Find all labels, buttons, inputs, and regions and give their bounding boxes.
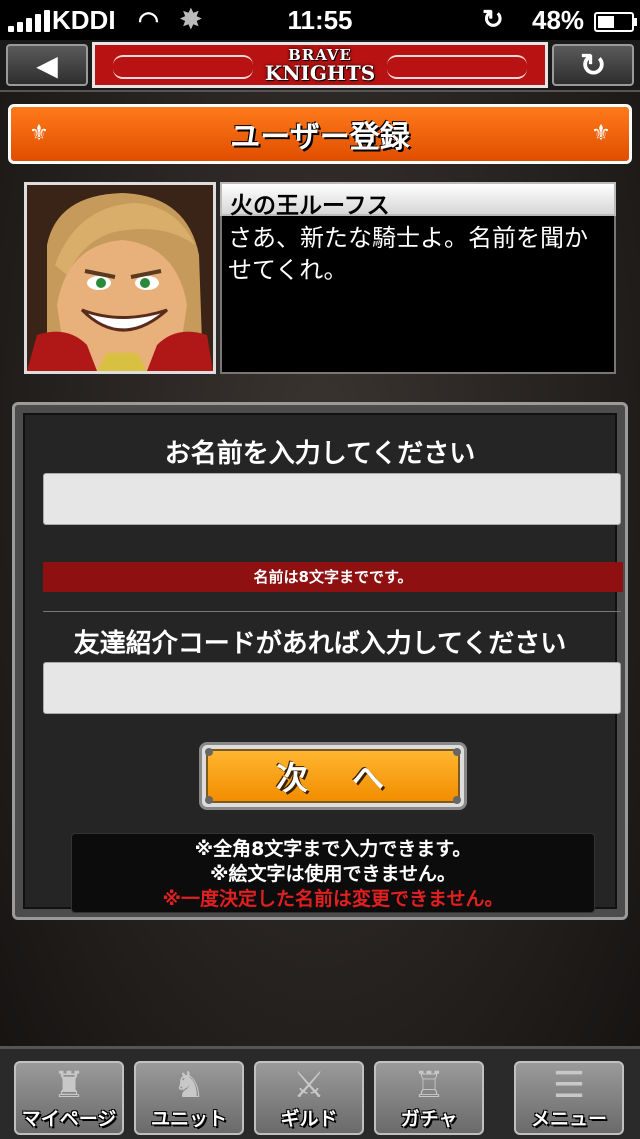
next-button-label: 次 へ bbox=[206, 749, 460, 803]
ornament-left bbox=[113, 55, 253, 79]
status-bar: KDDI ◠ ✸ 11:55 ↻ 48% bbox=[0, 0, 640, 40]
name-label: お名前を入力してください bbox=[164, 439, 476, 469]
battery-icon bbox=[594, 12, 637, 32]
rivet-icon bbox=[453, 796, 461, 804]
rotation-lock-icon: ↻ bbox=[482, 4, 504, 34]
friend-code-label: 友達紹介コードがあれば入力してください bbox=[73, 629, 567, 659]
reload-icon: ↻ bbox=[579, 46, 607, 84]
registration-panel: お名前を入力してください 名前は8文字までです。 友達紹介コードがあれば入力して… bbox=[12, 402, 628, 920]
logo-banner: BRAVE KNIGHTS bbox=[92, 42, 548, 88]
divider bbox=[43, 611, 621, 612]
nav-gacha[interactable]: ♖ ガチャ bbox=[374, 1061, 484, 1135]
notes-box: ※全角8文字まで入力できます。 ※絵文字は使用できません。 ※一度決定した名前は… bbox=[71, 833, 595, 913]
friend-code-input[interactable] bbox=[43, 662, 621, 714]
nav-label: ガチャ bbox=[400, 1108, 458, 1130]
registration-panel-inner: お名前を入力してください 名前は8文字までです。 友達紹介コードがあれば入力して… bbox=[23, 413, 623, 913]
name-input[interactable] bbox=[43, 473, 621, 525]
menu-icon: ☰ bbox=[552, 1065, 586, 1106]
nav-label: ユニット bbox=[150, 1108, 227, 1130]
nav-unit[interactable]: ♞ ユニット bbox=[134, 1061, 244, 1135]
character-portrait bbox=[24, 182, 216, 374]
logo-line2: KNIGHTS bbox=[264, 60, 376, 85]
game-logo: BRAVE KNIGHTS bbox=[264, 47, 376, 85]
app-header: ◀ BRAVE KNIGHTS ↻ bbox=[0, 40, 640, 92]
speech-text: さあ、新たな騎士よ。名前を聞かせてくれ。 bbox=[220, 216, 616, 374]
nav-mypage[interactable]: ♜ マイページ bbox=[14, 1061, 124, 1135]
fleur-ornament-icon: ⚜ bbox=[29, 121, 49, 146]
nav-label: ギルド bbox=[280, 1108, 338, 1130]
speaker-name: 火の王ルーフス bbox=[220, 182, 616, 219]
nav-label: メニュー bbox=[530, 1108, 607, 1130]
character-portrait-art bbox=[27, 185, 213, 371]
name-error-bar: 名前は8文字までです。 bbox=[43, 562, 623, 592]
back-button[interactable]: ◀ bbox=[6, 44, 88, 86]
page-title: ユーザー登録 bbox=[230, 120, 410, 155]
tower-icon: ♖ bbox=[412, 1065, 446, 1106]
note-line: ※全角8文字まで入力できます。 bbox=[194, 838, 472, 860]
nav-guild[interactable]: ⚔ ギルド bbox=[254, 1061, 364, 1135]
note-warning: ※一度決定した名前は変更できません。 bbox=[162, 888, 504, 910]
fleur-ornament-icon: ⚜ bbox=[591, 121, 611, 146]
castle-icon: ♜ bbox=[52, 1065, 86, 1106]
nav-label: マイページ bbox=[21, 1108, 117, 1130]
note-line: ※絵文字は使用できません。 bbox=[210, 863, 456, 885]
battery-percent: 48% bbox=[532, 5, 585, 35]
reload-button[interactable]: ↻ bbox=[552, 44, 634, 86]
page-title-bar: ⚜ ユーザー登録 ⚜ bbox=[8, 104, 632, 164]
rivet-icon bbox=[453, 748, 461, 756]
knight-helmet-icon: ♞ bbox=[172, 1065, 206, 1106]
bottom-nav: ♜ マイページ ♞ ユニット ⚔ ギルド ♖ ガチャ ☰ メニュー bbox=[0, 1046, 640, 1139]
rivet-icon bbox=[205, 748, 213, 756]
back-arrow-icon: ◀ bbox=[36, 48, 58, 82]
next-button[interactable]: 次 へ bbox=[199, 742, 467, 810]
rivet-icon bbox=[205, 796, 213, 804]
crossed-swords-icon: ⚔ bbox=[292, 1065, 326, 1106]
nav-menu[interactable]: ☰ メニュー bbox=[514, 1061, 624, 1135]
ornament-right bbox=[387, 55, 527, 79]
